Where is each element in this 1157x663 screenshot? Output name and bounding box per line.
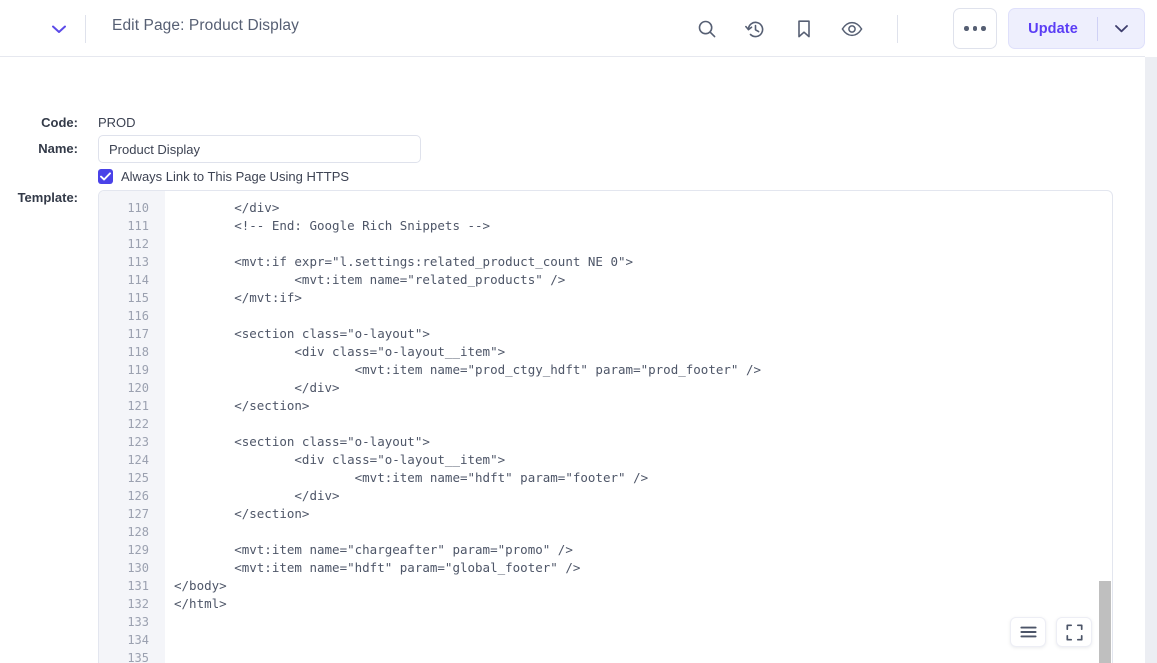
code-line[interactable]: <div class="o-layout__item"> (174, 451, 761, 469)
code-line[interactable]: <mvt:item name="chargeafter" param="prom… (174, 541, 761, 559)
line-number: 134 (127, 633, 149, 647)
eye-icon[interactable] (837, 14, 867, 44)
collapse-chevron-icon[interactable] (44, 17, 74, 41)
update-button[interactable]: Update (1009, 21, 1097, 37)
code-line[interactable]: </html> (174, 595, 761, 613)
bookmark-icon[interactable] (789, 14, 819, 44)
https-checkbox[interactable] (98, 169, 113, 184)
update-button-group[interactable]: Update (1008, 8, 1145, 49)
code-line[interactable] (174, 307, 761, 325)
code-line[interactable] (174, 631, 761, 649)
eye-preview-glyph (841, 21, 863, 37)
line-number: 131 (127, 579, 149, 593)
line-number: 119 (127, 363, 149, 377)
code-line[interactable] (174, 235, 761, 253)
code-line[interactable]: </div> (174, 379, 761, 397)
line-number: 110 (127, 201, 149, 215)
page-scrollbar[interactable] (1145, 57, 1157, 663)
line-number: 122 (127, 417, 149, 431)
hamburger-menu-icon (1019, 626, 1037, 638)
line-number: 128 (127, 525, 149, 539)
line-number: 123 (127, 435, 149, 449)
bookmark-glyph (798, 20, 810, 38)
line-number: 111 (127, 219, 149, 233)
update-dropdown-button[interactable] (1098, 24, 1144, 33)
fullscreen-icon (1065, 623, 1083, 641)
line-number: 135 (127, 651, 149, 663)
more-options-button[interactable] (953, 8, 997, 49)
editor-fullscreen-button[interactable] (1056, 617, 1092, 647)
code-line[interactable]: <mvt:item name="prod_ctgy_hdft" param="p… (174, 361, 761, 379)
code-line[interactable]: <!-- End: Google Rich Snippets --> (174, 217, 761, 235)
code-line[interactable] (174, 613, 761, 631)
line-number: 127 (127, 507, 149, 521)
editor-vertical-scrollbar[interactable] (1098, 191, 1112, 663)
code-line[interactable] (174, 523, 761, 541)
search-glyph (698, 20, 716, 38)
line-number: 113 (127, 255, 149, 269)
code-line[interactable]: </section> (174, 397, 761, 415)
line-number: 120 (127, 381, 149, 395)
https-checkbox-row[interactable]: Always Link to This Page Using HTTPS (98, 169, 349, 184)
code-line[interactable] (174, 415, 761, 433)
history-icon[interactable] (740, 14, 770, 44)
chevron-down-icon (1114, 24, 1128, 32)
code-line[interactable]: <mvt:item name="hdft" param="global_foot… (174, 559, 761, 577)
line-numbers: 110 111 112 113 114 115 116 117 118 119 120 121 122 1… (99, 199, 149, 663)
editor-menu-button[interactable] (1010, 617, 1046, 647)
page-scrollbar-top-cap (1145, 0, 1157, 57)
line-number: 133 (127, 615, 149, 629)
dot-3 (981, 26, 986, 31)
code-line[interactable]: <mvt:item name="hdft" param="footer" /> (174, 469, 761, 487)
line-number: 124 (127, 453, 149, 467)
chevron-down-glyph (52, 25, 66, 33)
code-content[interactable]: </div> <!-- End: Google Rich Snippets --… (174, 199, 761, 663)
line-number: 118 (127, 345, 149, 359)
dot-1 (964, 26, 969, 31)
line-number: 114 (127, 273, 149, 287)
editor-floating-buttons (1010, 617, 1092, 647)
code-line[interactable]: </div> (174, 199, 761, 217)
template-code-editor[interactable]: 110 111 112 113 114 115 116 117 118 119 120 121 122 1… (98, 190, 1113, 663)
code-line[interactable]: </div> (174, 487, 761, 505)
page-header: Edit Page: Product Display Update (0, 0, 1145, 57)
line-number: 129 (127, 543, 149, 557)
line-number: 116 (127, 309, 149, 323)
template-label: Template: (17, 190, 78, 205)
line-number: 130 (127, 561, 149, 575)
name-input[interactable] (98, 135, 421, 163)
edit-page-form: Code: PROD Name: Always Link to This Pag… (0, 57, 1145, 663)
search-icon[interactable] (692, 14, 722, 44)
code-line[interactable]: <mvt:if expr="l.settings:related_product… (174, 253, 761, 271)
code-line[interactable]: <section class="o-layout"> (174, 325, 761, 343)
header-separator (897, 15, 898, 43)
edit-page-screen: Edit Page: Product Display Update Code: … (0, 0, 1157, 663)
code-label: Code: (41, 115, 78, 130)
page-title: Edit Page: Product Display (112, 17, 299, 34)
line-number: 121 (127, 399, 149, 413)
line-number: 117 (127, 327, 149, 341)
https-checkbox-label: Always Link to This Page Using HTTPS (121, 169, 350, 184)
header-divider (85, 15, 86, 43)
name-label: Name: (38, 141, 78, 156)
code-line[interactable] (174, 649, 761, 663)
line-number: 112 (127, 237, 149, 251)
history-clock-glyph (744, 21, 763, 37)
code-value: PROD (98, 115, 136, 130)
code-line[interactable]: <section class="o-layout"> (174, 433, 761, 451)
code-line[interactable]: </section> (174, 505, 761, 523)
checkmark-icon (100, 172, 111, 181)
line-number: 132 (127, 597, 149, 611)
line-number: 115 (127, 291, 149, 305)
vertical-scrollbar-thumb[interactable] (1099, 581, 1111, 663)
line-number: 125 (127, 471, 149, 485)
code-line[interactable]: <mvt:item name="related_products" /> (174, 271, 761, 289)
code-line[interactable]: </body> (174, 577, 761, 595)
code-line[interactable]: <div class="o-layout__item"> (174, 343, 761, 361)
line-number: 126 (127, 489, 149, 503)
code-line[interactable]: </mvt:if> (174, 289, 761, 307)
dot-2 (972, 26, 978, 31)
